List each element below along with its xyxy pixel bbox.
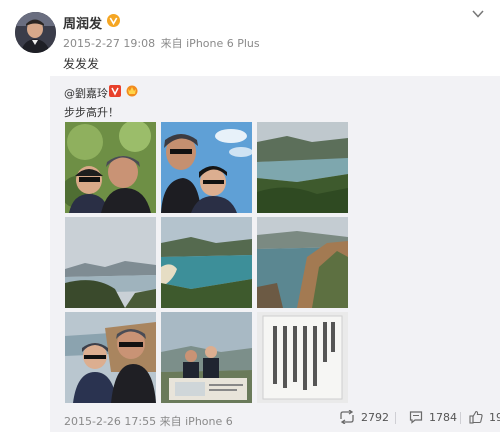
post-meta: 2015-2-27 19:08 来自 iPhone 6 Plus: [63, 35, 260, 51]
post-device: iPhone 6 Plus: [186, 37, 260, 50]
verified-badge-icon: [107, 14, 120, 27]
author-avatar[interactable]: [15, 12, 56, 53]
photo-selfie-sky[interactable]: [161, 122, 252, 213]
photo-stone-inscription[interactable]: [257, 312, 348, 403]
post-datetime[interactable]: 2015-2-27 19:08: [63, 37, 155, 50]
action-divider: [395, 412, 396, 424]
repost-icon: [340, 409, 354, 425]
repost-count: 2792: [361, 411, 389, 424]
photo-cliff-coast[interactable]: [257, 217, 348, 308]
photo-selfie-cliff[interactable]: [65, 312, 156, 403]
post-via-label: 来自: [160, 37, 183, 50]
like-button[interactable]: 19688: [469, 410, 500, 426]
photo-selfie-couple[interactable]: [65, 122, 156, 213]
repost-box: @劉嘉玲 步步高升！ 2015-2-26 17:55 来自 iPhone 6 2…: [50, 76, 500, 432]
repost-button[interactable]: 2792: [339, 409, 389, 426]
chevron-down-icon[interactable]: [470, 8, 486, 20]
original-via-label: 来自: [159, 415, 182, 428]
verified-v-icon: [109, 85, 121, 97]
post-header: 周润发 2015-2-27 19:08 来自 iPhone 6 Plus 发发发: [0, 0, 500, 76]
thumbs-up-icon: [469, 410, 483, 424]
original-meta: 2015-2-26 17:55 来自 iPhone 6: [64, 413, 233, 429]
photo-beach-cove[interactable]: [161, 217, 252, 308]
crown-badge-icon: [126, 85, 138, 97]
author-name[interactable]: 周润发: [63, 13, 102, 32]
comment-icon: [409, 411, 423, 424]
photo-group-summit[interactable]: [161, 312, 252, 403]
photo-misty-hills[interactable]: [65, 217, 156, 308]
comment-button[interactable]: 1784: [409, 410, 457, 426]
action-divider: [460, 412, 461, 424]
original-datetime[interactable]: 2015-2-26 17:55: [64, 415, 156, 428]
original-text: 步步高升！: [64, 106, 119, 119]
post-text: 发发发: [63, 57, 100, 71]
photo-grid: [65, 122, 348, 403]
photo-coast-bay[interactable]: [257, 122, 348, 213]
comment-count: 1784: [429, 411, 457, 424]
original-device: iPhone 6: [185, 415, 233, 428]
original-author[interactable]: @劉嘉玲: [64, 85, 108, 101]
like-count: 19688: [489, 411, 500, 424]
